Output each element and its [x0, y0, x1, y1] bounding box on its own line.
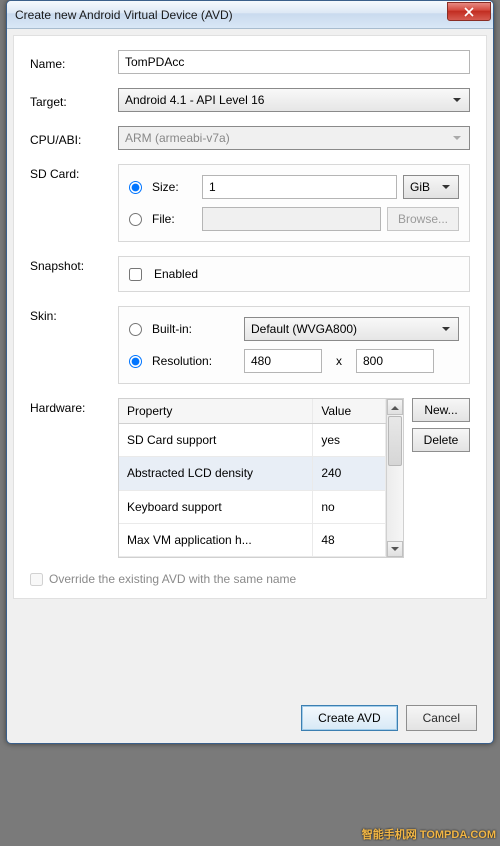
snapshot-group: Enabled [118, 256, 470, 292]
skin-builtin-label: Built-in: [152, 322, 238, 336]
window-title: Create new Android Virtual Device (AVD) [15, 8, 447, 22]
sdcard-size-input[interactable] [202, 175, 397, 199]
target-label: Target: [30, 92, 118, 109]
sdcard-unit-combo[interactable]: GiB [403, 175, 459, 199]
hardware-new-button[interactable]: New... [412, 398, 470, 422]
skin-builtin-combo[interactable]: Default (WVGA800) [244, 317, 459, 341]
dialog-footer: Create AVD Cancel [7, 695, 493, 743]
hardware-table[interactable]: Property Value SD Card supportyesAbstrac… [119, 399, 386, 557]
chevron-down-icon [449, 132, 465, 144]
skin-res-height-input[interactable] [356, 349, 434, 373]
hardware-delete-button[interactable]: Delete [412, 428, 470, 452]
table-row[interactable]: Abstracted LCD density240 [119, 457, 386, 490]
cpuabi-combo-value: ARM (armeabi-v7a) [125, 131, 230, 145]
name-input[interactable] [118, 50, 470, 74]
table-row[interactable]: Max VM application h...48 [119, 523, 386, 556]
hardware-property-cell[interactable]: Abstracted LCD density [119, 457, 313, 490]
scroll-track[interactable] [387, 467, 403, 541]
sdcard-file-input [202, 207, 381, 231]
hardware-property-cell[interactable]: SD Card support [119, 424, 313, 457]
table-row[interactable]: SD Card supportyes [119, 424, 386, 457]
cpuabi-combo: ARM (armeabi-v7a) [118, 126, 470, 150]
target-combo-value: Android 4.1 - API Level 16 [125, 93, 264, 107]
hardware-group: Property Value SD Card supportyesAbstrac… [118, 398, 470, 558]
chevron-down-icon [438, 181, 454, 193]
skin-res-width-input[interactable] [244, 349, 322, 373]
hardware-value-cell[interactable]: 48 [313, 523, 386, 556]
dialog-content: Name: Target: Android 4.1 - API Level 16… [13, 35, 487, 599]
sdcard-size-radio[interactable] [129, 181, 142, 194]
skin-label: Skin: [30, 306, 118, 323]
override-checkbox [30, 573, 43, 586]
sdcard-browse-button: Browse... [387, 207, 459, 231]
hardware-property-cell[interactable]: Keyboard support [119, 490, 313, 523]
target-combo[interactable]: Android 4.1 - API Level 16 [118, 88, 470, 112]
watermark: 智能手机网 TOMPDA.COM [362, 826, 496, 842]
name-label: Name: [30, 54, 118, 71]
skin-group: Built-in: Default (WVGA800) Resolution: … [118, 306, 470, 384]
close-icon [464, 7, 474, 17]
sdcard-unit-value: GiB [410, 180, 430, 194]
snapshot-label: Snapshot: [30, 256, 118, 273]
resolution-separator: x [336, 354, 342, 368]
skin-resolution-radio[interactable] [129, 355, 142, 368]
avd-dialog: Create new Android Virtual Device (AVD) … [6, 0, 494, 744]
create-avd-button[interactable]: Create AVD [301, 705, 397, 731]
hardware-value-cell[interactable]: no [313, 490, 386, 523]
snapshot-enabled-label: Enabled [154, 267, 198, 281]
hardware-value-cell[interactable]: yes [313, 424, 386, 457]
sdcard-size-label: Size: [152, 180, 196, 194]
sdcard-file-label: File: [152, 212, 196, 226]
hardware-value-cell[interactable]: 240 [313, 457, 386, 490]
hardware-scrollbar[interactable] [386, 399, 403, 557]
cancel-button[interactable]: Cancel [406, 705, 477, 731]
close-button[interactable] [447, 2, 491, 21]
cpuabi-label: CPU/ABI: [30, 130, 118, 147]
sdcard-file-radio[interactable] [129, 213, 142, 226]
sdcard-label: SD Card: [30, 164, 118, 181]
skin-builtin-radio[interactable] [129, 323, 142, 336]
titlebar[interactable]: Create new Android Virtual Device (AVD) [7, 1, 493, 29]
skin-resolution-label: Resolution: [152, 354, 238, 368]
scroll-thumb[interactable] [388, 416, 402, 466]
chevron-down-icon [438, 323, 454, 335]
override-label: Override the existing AVD with the same … [49, 572, 296, 586]
scroll-down-icon[interactable] [387, 541, 403, 557]
hardware-col-value[interactable]: Value [313, 399, 386, 424]
hardware-col-property[interactable]: Property [119, 399, 313, 424]
scroll-up-icon[interactable] [387, 399, 403, 415]
hardware-property-cell[interactable]: Max VM application h... [119, 523, 313, 556]
sdcard-group: Size: GiB File: Browse... [118, 164, 470, 242]
skin-builtin-value: Default (WVGA800) [251, 322, 357, 336]
snapshot-enabled-checkbox[interactable] [129, 268, 142, 281]
table-row[interactable]: Keyboard supportno [119, 490, 386, 523]
chevron-down-icon [449, 94, 465, 106]
hardware-table-wrap: Property Value SD Card supportyesAbstrac… [118, 398, 404, 558]
hardware-label: Hardware: [30, 398, 118, 415]
